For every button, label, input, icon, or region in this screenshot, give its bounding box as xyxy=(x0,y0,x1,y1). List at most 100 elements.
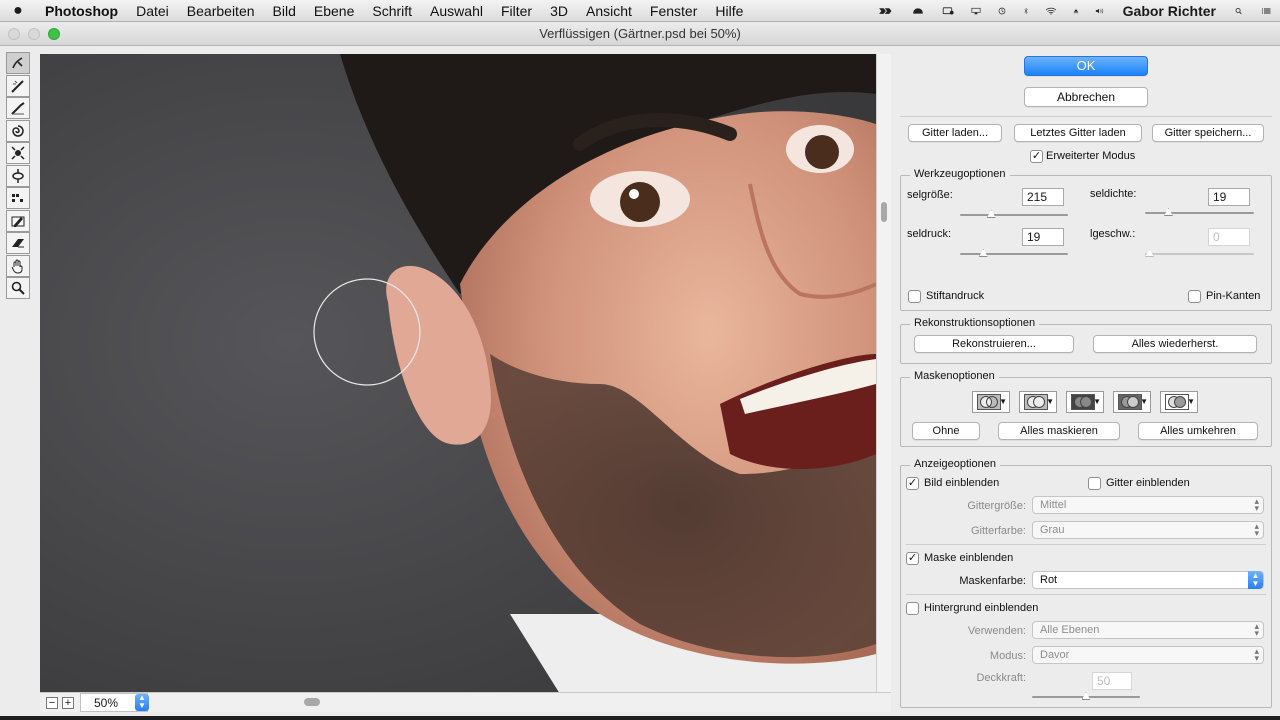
menu-schrift[interactable]: Schrift xyxy=(363,0,421,22)
brush-size-slider[interactable] xyxy=(960,210,1068,218)
mask-none-button[interactable]: Ohne xyxy=(912,422,980,440)
use-label: Verwenden: xyxy=(967,625,1026,637)
menu-ebene[interactable]: Ebene xyxy=(305,0,363,22)
eject-icon[interactable] xyxy=(1065,4,1087,18)
brush-rate-slider[interactable] xyxy=(1145,249,1254,257)
show-image-checkbox[interactable]: ✓ xyxy=(906,477,919,490)
vertical-scrollbar[interactable] xyxy=(876,54,891,692)
menu-app-photoshop[interactable]: Photoshop xyxy=(36,0,127,22)
load-last-mesh-button[interactable]: Letztes Gitter laden xyxy=(1014,124,1142,142)
pin-edges-label: Pin-Kanten xyxy=(1206,290,1261,302)
show-backdrop-label: Hintergrund einblenden xyxy=(924,602,1039,614)
hand-tool-icon[interactable] xyxy=(6,254,30,277)
mask-intersect-button[interactable]: ▼ xyxy=(1113,391,1151,413)
divider xyxy=(906,594,1266,595)
show-backdrop-checkbox[interactable] xyxy=(906,602,919,615)
horizontal-scrollbar[interactable] xyxy=(304,698,320,706)
brush-size-input[interactable]: 215 xyxy=(1022,188,1064,206)
zoom-in-button[interactable]: + xyxy=(62,697,74,709)
mesh-size-select[interactable]: Mittel ▴ ▾ xyxy=(1032,496,1264,514)
chevron-updown-icon: ▴ ▾ xyxy=(1254,646,1259,663)
zoom-tool-icon[interactable] xyxy=(6,277,30,299)
apple-icon[interactable]: ● xyxy=(0,0,36,22)
menu-datei[interactable]: Datei xyxy=(127,0,178,22)
pucker-tool-icon[interactable] xyxy=(6,142,30,164)
liquify-toolbar xyxy=(6,52,32,300)
volume-icon[interactable] xyxy=(1087,4,1113,18)
time-machine-icon[interactable] xyxy=(989,3,1015,19)
menu-bild[interactable]: Bild xyxy=(264,0,305,22)
menu-bearbeiten[interactable]: Bearbeiten xyxy=(178,0,264,22)
wifi-icon[interactable] xyxy=(1037,3,1065,19)
brush-density-slider[interactable] xyxy=(1145,208,1254,216)
reconstruct-button[interactable]: Rekonstruieren... xyxy=(914,335,1074,353)
push-left-tool-icon[interactable] xyxy=(6,187,30,209)
bloat-tool-icon[interactable] xyxy=(6,164,30,187)
chevron-updown-icon: ▴ ▾ xyxy=(1254,496,1259,513)
migration-icon[interactable] xyxy=(871,4,903,18)
mask-subtract-button[interactable]: ▼ xyxy=(1066,391,1104,413)
menu-filter[interactable]: Filter xyxy=(492,0,541,22)
smooth-tool-icon[interactable] xyxy=(6,97,30,119)
advanced-mode-checkbox[interactable]: ✓ xyxy=(1030,150,1043,163)
helmet-icon[interactable] xyxy=(903,4,933,18)
chevron-updown-icon[interactable]: ▲ ▼ xyxy=(135,694,149,711)
menu-hilfe[interactable]: Hilfe xyxy=(706,0,752,22)
mesh-color-label: Gitterfarbe: xyxy=(970,525,1026,537)
mask-replace-button[interactable]: ▼ xyxy=(972,391,1010,413)
show-image-label: Bild einblenden xyxy=(924,477,1000,489)
show-mesh-checkbox[interactable] xyxy=(1088,477,1101,490)
liquify-window: Verflüssigen (Gärtner.psd bei 50%) − + 5… xyxy=(0,22,1280,716)
divider xyxy=(900,116,1272,117)
zoom-out-button[interactable]: − xyxy=(46,697,58,709)
mask-all-button[interactable]: Alles maskieren xyxy=(998,422,1120,440)
image-canvas[interactable] xyxy=(40,54,876,692)
twirl-clockwise-tool-icon[interactable] xyxy=(6,119,30,142)
airplay-icon[interactable] xyxy=(963,4,989,18)
thaw-mask-tool-icon[interactable] xyxy=(6,232,30,254)
use-select[interactable]: Alle Ebenen ▴ ▾ xyxy=(1032,621,1264,639)
brush-size-label: selgröße: xyxy=(907,189,953,201)
opacity-input[interactable]: 50 xyxy=(1092,672,1132,690)
show-mesh-label: Gitter einblenden xyxy=(1106,477,1190,489)
brush-pressure-input[interactable]: 19 xyxy=(1022,228,1064,246)
mode-select[interactable]: Davor ▴ ▾ xyxy=(1032,646,1264,664)
mode-label: Modus: xyxy=(989,650,1026,662)
menu-auswahl[interactable]: Auswahl xyxy=(421,0,492,22)
ok-button[interactable]: OK xyxy=(1024,56,1148,76)
invert-all-button[interactable]: Alles umkehren xyxy=(1138,422,1258,440)
brush-density-input[interactable]: 19 xyxy=(1208,188,1250,206)
show-mask-checkbox[interactable]: ✓ xyxy=(906,552,919,565)
bluetooth-icon[interactable] xyxy=(1015,3,1037,19)
screen-record-icon[interactable] xyxy=(933,4,963,18)
pin-edges-checkbox[interactable] xyxy=(1188,290,1201,303)
brush-pressure-slider[interactable] xyxy=(960,249,1068,257)
save-mesh-button[interactable]: Gitter speichern... xyxy=(1152,124,1264,142)
reconstruct-options-legend: Rekonstruktionsoptionen xyxy=(910,317,1040,329)
menu-3d[interactable]: 3D xyxy=(541,0,577,22)
mask-color-select[interactable]: Rot ▲ ▼ xyxy=(1032,571,1264,589)
notification-center-icon[interactable] xyxy=(1252,4,1280,18)
menu-ansicht[interactable]: Ansicht xyxy=(577,0,641,22)
freeze-mask-tool-icon[interactable] xyxy=(6,209,30,232)
reconstruct-tool-icon[interactable] xyxy=(6,74,30,97)
opacity-slider[interactable] xyxy=(1032,692,1140,700)
mask-add-button[interactable]: ▼ xyxy=(1019,391,1057,413)
show-mask-label: Maske einblenden xyxy=(924,552,1014,564)
user-name[interactable]: Gabor Richter xyxy=(1113,3,1226,19)
chevron-down-icon: ▼ xyxy=(1187,397,1195,406)
spotlight-search-icon[interactable] xyxy=(1226,4,1252,18)
advanced-mode-label: Erweiterter Modus xyxy=(1046,150,1136,162)
stylus-pressure-checkbox[interactable] xyxy=(908,290,921,303)
brush-rate-input[interactable]: 0 xyxy=(1208,228,1250,246)
chevron-down-icon: ▼ xyxy=(1093,397,1101,406)
load-mesh-button[interactable]: Gitter laden... xyxy=(908,124,1002,142)
forward-warp-tool-icon[interactable] xyxy=(6,52,30,74)
liquify-options-panel: OK Abbrechen Gitter laden... Letztes Git… xyxy=(892,46,1280,716)
mesh-color-select[interactable]: Grau ▴ ▾ xyxy=(1032,521,1264,539)
menu-fenster[interactable]: Fenster xyxy=(641,0,706,22)
cancel-button[interactable]: Abbrechen xyxy=(1024,87,1148,107)
mask-mode-buttons: ▼ ▼ ▼ ▼ ▼ xyxy=(972,391,1202,413)
mask-invert-button[interactable]: ▼ xyxy=(1160,391,1198,413)
restore-all-button[interactable]: Alles wiederherst. xyxy=(1093,335,1257,353)
